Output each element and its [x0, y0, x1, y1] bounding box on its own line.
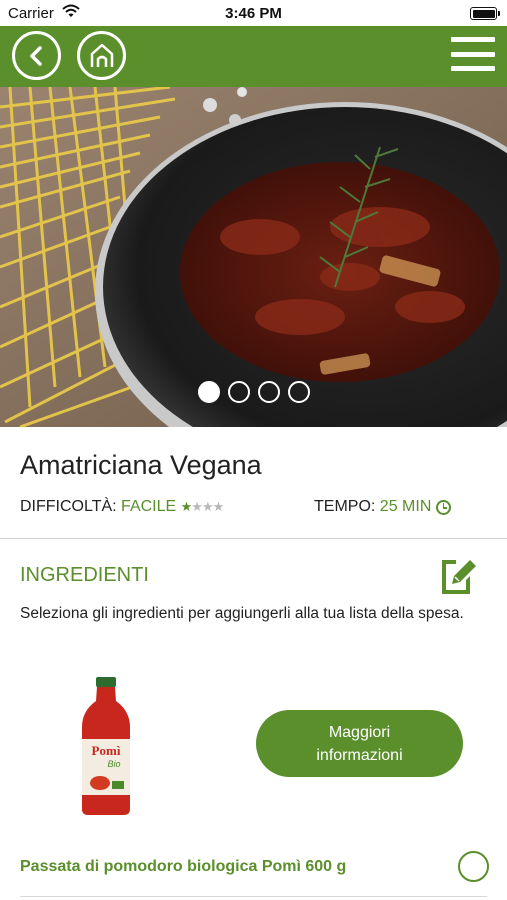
nav-bar [0, 26, 507, 87]
ingredients-description: Seleziona gli ingredienti per aggiungerl… [20, 605, 464, 622]
status-bar: Carrier 3:46 PM [0, 0, 507, 26]
carousel-dot[interactable] [258, 381, 280, 403]
carousel-dot[interactable] [228, 381, 250, 403]
ingredient-name[interactable]: Passata di pomodoro biologica Pomì 600 g [20, 858, 346, 876]
star-icon: ★ [180, 499, 193, 514]
difficulty-info: DIFFICOLTÀ: FACILE ★★★★ [20, 498, 225, 516]
star-icon: ★ [201, 499, 214, 514]
svg-text:Pomì: Pomì [92, 743, 121, 758]
recipe-title: Amatriciana Vegana [20, 450, 262, 480]
carousel-dot[interactable] [198, 381, 220, 403]
difficulty-value: FACILE [121, 498, 177, 515]
home-icon [90, 43, 113, 67]
recipe-hero-image[interactable] [0, 87, 507, 427]
home-button[interactable] [77, 31, 126, 80]
time-value: 25 MIN [379, 498, 432, 515]
star-icon: ★ [191, 499, 203, 514]
back-button[interactable] [12, 31, 61, 80]
status-time: 3:46 PM [225, 5, 282, 22]
section-divider [0, 538, 507, 539]
difficulty-stars: ★★★★ [180, 499, 225, 514]
more-info-button[interactable]: Maggiori informazioni [256, 710, 463, 777]
item-divider [20, 896, 487, 897]
back-arrow-icon [29, 45, 42, 66]
edit-list-icon[interactable] [438, 556, 476, 601]
carousel-pagination [198, 381, 310, 403]
carousel-dot[interactable] [288, 381, 310, 403]
clock-icon [436, 499, 452, 515]
battery-icon [470, 7, 500, 20]
time-label: TEMPO: [314, 498, 376, 515]
hamburger-menu-icon[interactable] [451, 37, 495, 71]
time-info: TEMPO: 25 MIN [314, 498, 452, 516]
ingredient-select-checkbox[interactable] [458, 851, 489, 882]
star-icon: ★ [212, 499, 225, 514]
product-image: Pomì Bio [78, 677, 134, 822]
svg-text:Bio: Bio [107, 759, 120, 769]
difficulty-label: DIFFICOLTÀ: [20, 498, 117, 515]
ingredients-title: INGREDIENTI [20, 564, 149, 586]
